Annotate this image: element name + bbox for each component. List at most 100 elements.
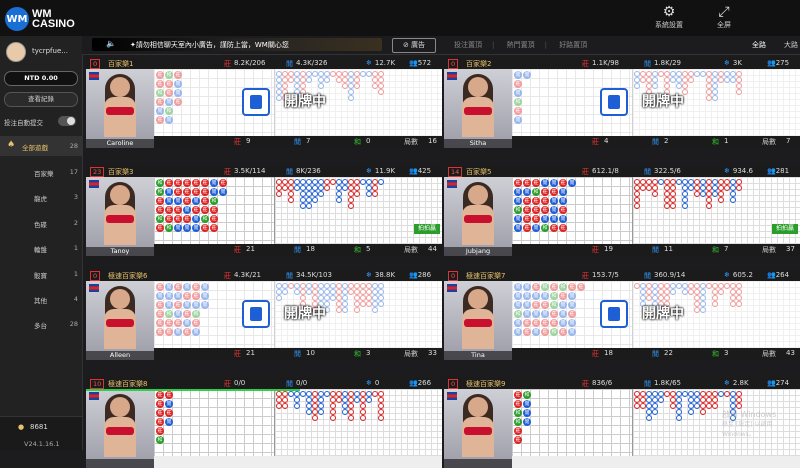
big-road-mark bbox=[354, 191, 360, 197]
player-stat-label: 閒 bbox=[294, 350, 301, 358]
shuffle-status: 開牌中 bbox=[642, 306, 684, 322]
tab-all-roads[interactable]: 全路 bbox=[752, 40, 766, 50]
bead-road-mark: 莊 bbox=[523, 197, 531, 205]
wm-logo-icon[interactable]: WM bbox=[5, 7, 29, 31]
tab-hot-top[interactable]: 熱門置頂 bbox=[507, 41, 535, 49]
table-shoe-number: 23 bbox=[90, 167, 105, 177]
banker-bet: 0/0 bbox=[234, 379, 246, 387]
shuffle-icon bbox=[600, 300, 628, 328]
bead-road-mark: 和 bbox=[210, 197, 218, 205]
dealer-video[interactable]: Sitha bbox=[444, 69, 512, 148]
category-count: 1 bbox=[73, 244, 78, 252]
bead-road-mark: 莊 bbox=[183, 179, 191, 187]
table-header: 0 百家樂1 莊8.2K/206 閒4.3K/326 12.7K 👥572 bbox=[86, 58, 442, 69]
tab-bet-top[interactable]: 投注置頂 bbox=[454, 41, 482, 49]
bead-road-mark: 閒 bbox=[550, 206, 558, 214]
bead-road-mark: 莊 bbox=[183, 197, 191, 205]
big-road-mark bbox=[658, 397, 664, 403]
big-road-mark bbox=[348, 203, 354, 209]
banker-icon: 莊 bbox=[582, 168, 589, 176]
dealer-video[interactable]: Jubjang bbox=[444, 177, 512, 256]
bead-road-mark: 莊 bbox=[165, 391, 173, 399]
banker-icon: 莊 bbox=[224, 380, 231, 388]
game-table[interactable]: 14百家樂5莊612.1/8閒322.5/6934.6👥281Jubjang莊閒… bbox=[444, 166, 800, 256]
bead-road-mark: 莊 bbox=[174, 206, 182, 214]
game-table[interactable]: 0極速百家樂7莊153.7/5閒360.9/14605.2👥264Tina閒閒閒… bbox=[444, 270, 800, 360]
rounds-count: 44 bbox=[428, 245, 437, 253]
dealer-video[interactable]: Alleen bbox=[86, 281, 154, 360]
bead-road-mark: 和 bbox=[541, 224, 549, 232]
ad-button[interactable]: ⊘ 廣告 bbox=[392, 38, 436, 53]
table-header: 0 極速百家樂9 莊836/6 閒1.8K/65 2.8K 👥274 bbox=[444, 378, 800, 389]
dealer-name: Caroline bbox=[86, 139, 154, 148]
dealer-video[interactable] bbox=[86, 389, 154, 468]
auto-submit-label: 投注自動提交 bbox=[4, 119, 43, 127]
banker-wins: 21 bbox=[246, 349, 255, 357]
bead-road-mark: 莊 bbox=[550, 188, 558, 196]
tab-big-road[interactable]: 大路 bbox=[784, 40, 798, 50]
bead-road-mark: 莊 bbox=[201, 188, 209, 196]
category-baccarat[interactable]: 百家樂 17 bbox=[0, 166, 82, 180]
dealer-name: Tina bbox=[444, 351, 512, 360]
sidebar: tycrpfue... NTD 0.00 查看紀錄 投注自動提交 ♠ 全部遊戲 … bbox=[0, 36, 83, 451]
category-other[interactable]: 其他 4 bbox=[0, 293, 82, 307]
brand-line2: CASINO bbox=[32, 18, 75, 30]
bead-road-mark: 閒 bbox=[165, 197, 173, 205]
rounds-label: 局數 bbox=[762, 138, 776, 146]
table-stats: 莊 18 閒 22 和 3 局數 43 bbox=[512, 348, 800, 360]
bead-road-mark: 閒 bbox=[523, 418, 531, 426]
big-road-mark bbox=[378, 415, 384, 421]
game-table[interactable]: 0百家樂2莊1.1K/98閒1.8K/293K👥275Sitha閒莊閒和莊閒閒開… bbox=[444, 58, 800, 148]
dealer-video[interactable]: Caroline bbox=[86, 69, 154, 148]
table-header: 0 百家樂2 莊1.1K/98 閒1.8K/29 3K 👥275 bbox=[444, 58, 800, 69]
player-count: 👥266 bbox=[409, 379, 432, 387]
bead-road-mark: 莊 bbox=[192, 179, 200, 187]
category-count: 1 bbox=[73, 270, 78, 278]
bead-road-mark: 閒 bbox=[523, 188, 531, 196]
auto-submit-toggle[interactable] bbox=[58, 116, 76, 126]
bead-road-mark: 閒 bbox=[523, 409, 531, 417]
bead-road-mark: 閒 bbox=[568, 179, 576, 187]
fullscreen-label: 全屏 bbox=[717, 21, 731, 29]
avatar[interactable] bbox=[6, 42, 26, 62]
game-table[interactable]: 0極速百家樂6莊4.3K/21閒34.5K/10338.8K👥286Alleen… bbox=[86, 270, 442, 360]
bead-road-mark: 莊 bbox=[523, 179, 531, 187]
category-label: 其他 bbox=[34, 297, 47, 305]
category-all[interactable]: ♠ 全部遊戲 28 bbox=[0, 136, 82, 156]
dealer-video[interactable]: Tanoy bbox=[86, 177, 154, 256]
category-label: 輪盤 bbox=[34, 246, 47, 254]
category-sicbo[interactable]: 骰寶 1 bbox=[0, 268, 82, 282]
player-icon: 閒 bbox=[286, 272, 293, 280]
banker-icon: 莊 bbox=[224, 272, 231, 280]
tie-count: 3 bbox=[366, 349, 371, 357]
tie-count: 3 bbox=[724, 349, 729, 357]
big-road-mark bbox=[706, 203, 712, 209]
game-table[interactable]: 10極速百家樂8莊0/0閒0/00👥266莊莊莊莊莊和莊閒莊閒 bbox=[86, 378, 442, 468]
settings-button[interactable]: ⚙ 系統設置 bbox=[655, 4, 683, 30]
player-bet: 8K/236 bbox=[296, 167, 321, 175]
dealer-face bbox=[468, 185, 488, 205]
dealer-body bbox=[462, 417, 494, 457]
bead-road-mark: 莊 bbox=[210, 206, 218, 214]
category-multi[interactable]: 多台 28 bbox=[0, 318, 82, 332]
dealer-video[interactable] bbox=[444, 389, 512, 468]
history-button[interactable]: 查看紀錄 bbox=[4, 92, 78, 107]
tab-good-road-top[interactable]: 好路置頂 bbox=[559, 41, 587, 49]
fullscreen-button[interactable]: ⤢ 全屏 bbox=[717, 4, 731, 30]
category-roulette[interactable]: 輪盤 1 bbox=[0, 242, 82, 256]
big-road-mark bbox=[336, 197, 342, 203]
game-table[interactable]: 23百家樂3莊3.5K/114閒8K/23611.9K👥425Tanoy和和莊莊… bbox=[86, 166, 442, 256]
game-table[interactable]: 0百家樂1莊8.2K/206閒4.3K/32612.7K👥572 Caroline… bbox=[86, 58, 442, 148]
player-bet: 0/0 bbox=[296, 379, 308, 387]
category-label: 骰寶 bbox=[34, 272, 47, 280]
flag-icon bbox=[447, 392, 457, 400]
player-stat-label: 閒 bbox=[294, 138, 301, 146]
dealer-body bbox=[104, 417, 136, 457]
category-dragon-tiger[interactable]: 龍虎 3 bbox=[0, 191, 82, 205]
bead-road-mark: 閒 bbox=[165, 188, 173, 196]
bead-road-mark: 閒 bbox=[192, 224, 200, 232]
flag-icon bbox=[89, 72, 99, 80]
category-sedie[interactable]: 色碟 2 bbox=[0, 217, 82, 231]
dealer-video[interactable]: Tina bbox=[444, 281, 512, 360]
player-count: 👥274 bbox=[767, 379, 790, 387]
